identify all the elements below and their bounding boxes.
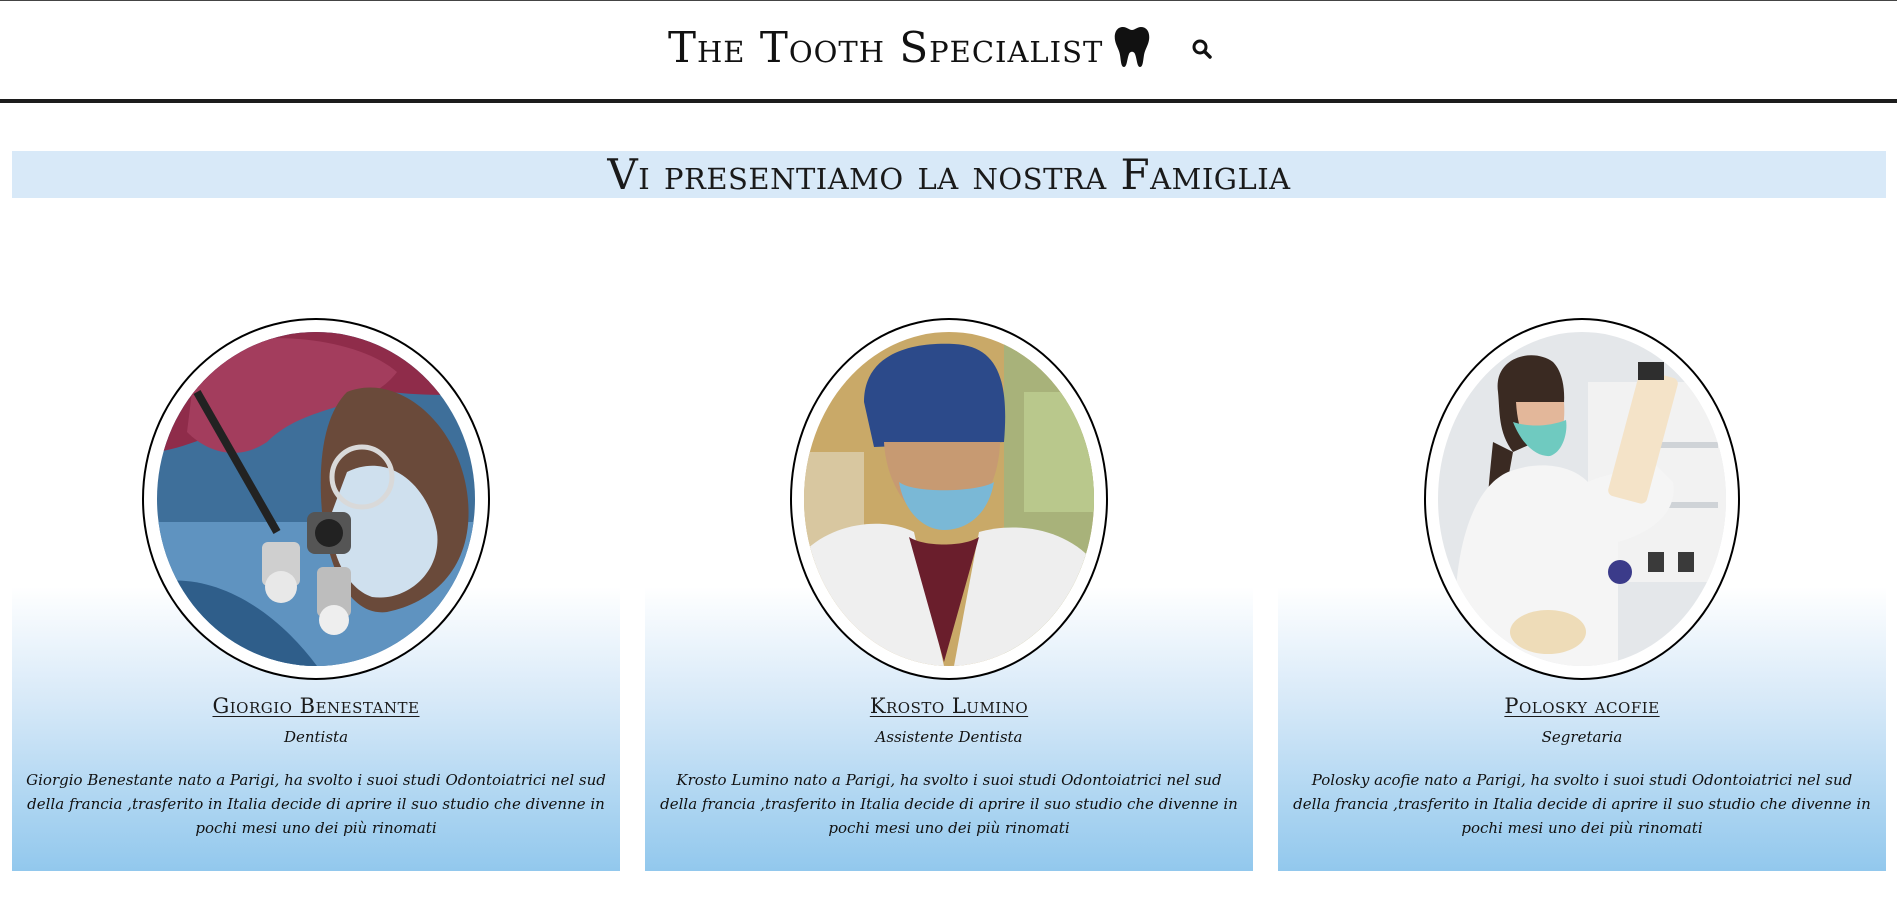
- search-button[interactable]: [1188, 35, 1216, 63]
- team-member-photo: [804, 332, 1094, 666]
- site-header: The Tooth Specialist: [0, 1, 1897, 103]
- team-card: Krosto Lumino Assistente Dentista Krosto…: [645, 318, 1253, 871]
- team-member-photo: [1438, 332, 1726, 666]
- team-member-role: Dentista: [283, 728, 349, 746]
- team-member-name[interactable]: Giorgio Benestante: [12, 694, 620, 718]
- team-card: Polosky acofie Segretaria Polosky acofie…: [1278, 318, 1886, 871]
- section-title: Vi presentiamo la nostra Famiglia: [12, 150, 1886, 199]
- team-member-role: Segretaria: [1541, 728, 1623, 746]
- team-member-name[interactable]: Polosky acofie: [1278, 694, 1886, 718]
- brand-name: The Tooth Specialist: [668, 22, 1104, 72]
- team-member-description: Giorgio Benestante nato a Parigi, ha svo…: [26, 771, 606, 837]
- team-member-description: Polosky acofie nato a Parigi, ha svolto …: [1293, 771, 1871, 837]
- team-member-role: Assistente Dentista: [875, 728, 1023, 746]
- search-icon: [1192, 39, 1212, 59]
- team-card: Giorgio Benestante Dentista Giorgio Bene…: [12, 318, 620, 871]
- tooth-icon: [1113, 25, 1151, 69]
- team-member-photo: [157, 332, 475, 666]
- team-member-description: Krosto Lumino nato a Parigi, ha svolto i…: [660, 771, 1238, 837]
- brand-logo[interactable]: The Tooth Specialist: [668, 19, 1151, 75]
- team-member-name[interactable]: Krosto Lumino: [645, 694, 1253, 718]
